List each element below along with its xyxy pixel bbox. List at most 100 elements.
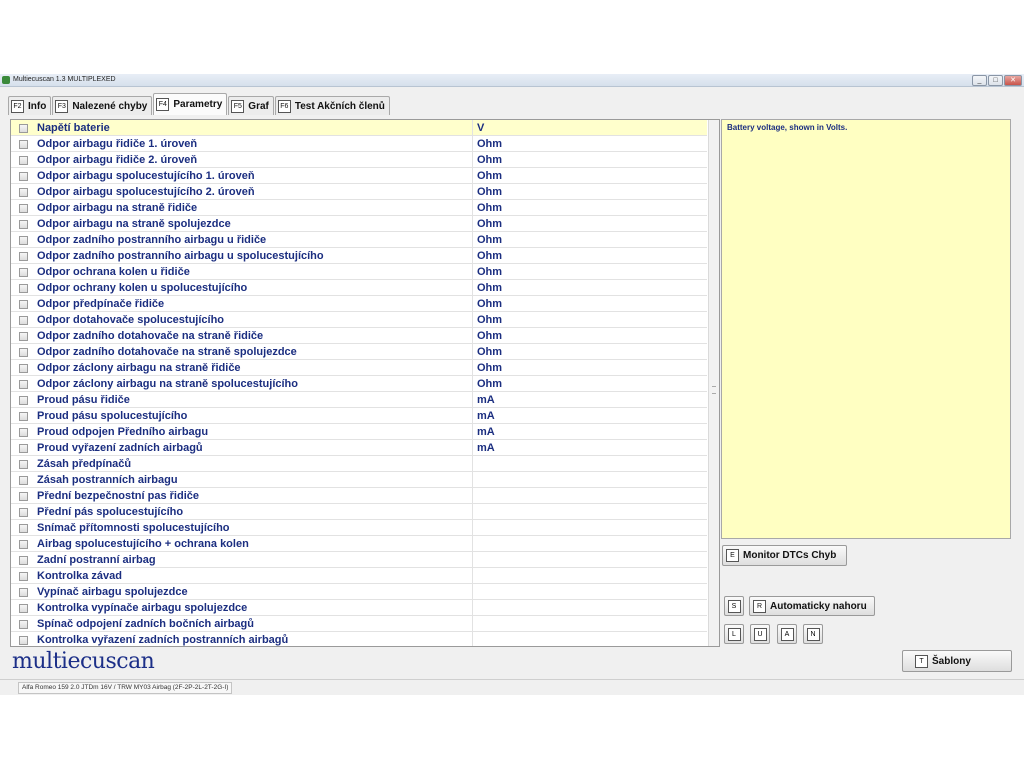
table-row[interactable]: Odpor airbagu řidiče 2. úroveň Ohm bbox=[11, 152, 707, 168]
tab-f4[interactable]: F4 Parametry bbox=[153, 93, 228, 115]
table-row[interactable]: Proud pásu řidiče mA bbox=[11, 392, 707, 408]
row-checkbox[interactable] bbox=[19, 540, 28, 549]
row-checkbox[interactable] bbox=[19, 588, 28, 597]
row-checkbox[interactable] bbox=[19, 508, 28, 517]
row-checkbox[interactable] bbox=[19, 332, 28, 341]
s-key-badge: S bbox=[727, 599, 741, 613]
table-row[interactable]: Odpor dotahovače spolucestujícího Ohm bbox=[11, 312, 707, 328]
column-divider bbox=[472, 440, 473, 456]
minimize-button[interactable]: _ bbox=[972, 75, 987, 86]
tab-f3[interactable]: F3 Nalezené chyby bbox=[52, 96, 153, 115]
table-row[interactable]: Odpor ochrany kolen u spolucestujícího Oh… bbox=[11, 280, 707, 296]
table-row[interactable]: Proud odpojen Předního airbagu mA bbox=[11, 424, 707, 440]
table-row[interactable]: Odpor zadního dotahovače na straně řidič… bbox=[11, 328, 707, 344]
row-checkbox[interactable] bbox=[19, 636, 28, 645]
row-checkbox[interactable] bbox=[19, 492, 28, 501]
row-checkbox[interactable] bbox=[19, 604, 28, 613]
table-row[interactable]: Odpor zadního postranního airbagu u řidi… bbox=[11, 232, 707, 248]
column-divider bbox=[472, 488, 473, 504]
tab-f6[interactable]: F6 Test Akčních členů bbox=[274, 96, 390, 115]
table-row[interactable]: Přední pás spolucestujícího bbox=[11, 504, 707, 520]
parameter-unit: Ohm bbox=[477, 298, 503, 310]
row-checkbox[interactable] bbox=[19, 124, 28, 133]
table-row[interactable]: Odpor airbagu řidiče 1. úroveň Ohm bbox=[11, 136, 707, 152]
row-checkbox[interactable] bbox=[19, 204, 28, 213]
row-checkbox[interactable] bbox=[19, 556, 28, 565]
monitor-dtcs-button[interactable]: E Monitor DTCs Chyb bbox=[722, 545, 847, 566]
table-row[interactable]: Proud vyřazení zadních airbagů mA bbox=[11, 440, 707, 456]
row-checkbox[interactable] bbox=[19, 156, 28, 165]
table-row[interactable]: Airbag spolucestujícího + ochrana kolen bbox=[11, 536, 707, 552]
table-row[interactable]: Kontrolka vypínače airbagu spolujezdce bbox=[11, 600, 707, 616]
close-button[interactable]: ✕ bbox=[1004, 75, 1022, 86]
row-checkbox[interactable] bbox=[19, 220, 28, 229]
row-checkbox[interactable] bbox=[19, 524, 28, 533]
row-checkbox[interactable] bbox=[19, 460, 28, 469]
row-checkbox[interactable] bbox=[19, 284, 28, 293]
table-row[interactable]: Odpor ochrana kolen u řidiče Ohm bbox=[11, 264, 707, 280]
row-checkbox[interactable] bbox=[19, 188, 28, 197]
table-row[interactable]: Přední bezpečnostní pas řidiče bbox=[11, 488, 707, 504]
table-row[interactable]: Odpor airbagu spolucestujícího 1. úroveň… bbox=[11, 168, 707, 184]
parameter-name: Odpor airbagu na straně spolujezdce bbox=[37, 218, 231, 230]
vertical-scrollbar[interactable] bbox=[708, 120, 719, 646]
row-checkbox[interactable] bbox=[19, 172, 28, 181]
row-checkbox[interactable] bbox=[19, 300, 28, 309]
table-row[interactable]: Vypínač airbagu spolujezdce bbox=[11, 584, 707, 600]
tab-f5[interactable]: F5 Graf bbox=[228, 96, 274, 115]
row-checkbox[interactable] bbox=[19, 572, 28, 581]
parameter-name: Kontrolka vypínače airbagu spolujezdce bbox=[37, 602, 248, 614]
row-checkbox[interactable] bbox=[19, 316, 28, 325]
row-checkbox[interactable] bbox=[19, 252, 28, 261]
parameter-name: Kontrolka vyřazení zadních postranních a… bbox=[37, 634, 289, 646]
parameter-name: Kontrolka závad bbox=[37, 570, 122, 582]
tab-f2[interactable]: F2 Info bbox=[8, 96, 52, 115]
table-row[interactable]: Odpor zadního dotahovače na straně spolu… bbox=[11, 344, 707, 360]
column-divider bbox=[472, 280, 473, 296]
table-row[interactable]: Proud pásu spolucestujícího mA bbox=[11, 408, 707, 424]
table-row[interactable]: Spínač odpojení zadních bočních airbagů bbox=[11, 616, 707, 632]
a-button[interactable]: A bbox=[777, 624, 797, 644]
table-row[interactable]: Odpor předpínače řidiče Ohm bbox=[11, 296, 707, 312]
table-row[interactable]: Odpor záclony airbagu na straně řidiče Oh… bbox=[11, 360, 707, 376]
row-checkbox[interactable] bbox=[19, 140, 28, 149]
table-row[interactable]: Kontrolka vyřazení zadních postranních a… bbox=[11, 632, 707, 646]
table-row[interactable]: Snímač přítomnosti spolucestujícího bbox=[11, 520, 707, 536]
row-checkbox[interactable] bbox=[19, 380, 28, 389]
scrollbar-grip[interactable] bbox=[712, 386, 716, 394]
table-row[interactable]: Zásah předpínačů bbox=[11, 456, 707, 472]
table-row[interactable]: Odpor airbagu na straně spolujezdce Ohm bbox=[11, 216, 707, 232]
table-row[interactable]: Zásah postranních airbagu bbox=[11, 472, 707, 488]
auto-scroll-button[interactable]: R Automaticky nahoru bbox=[749, 596, 875, 616]
row-checkbox[interactable] bbox=[19, 620, 28, 629]
parameter-name: Zásah postranních airbagu bbox=[37, 474, 178, 486]
maximize-button[interactable]: □ bbox=[988, 75, 1003, 86]
row-checkbox[interactable] bbox=[19, 268, 28, 277]
row-checkbox[interactable] bbox=[19, 396, 28, 405]
a-key-badge: A bbox=[780, 627, 794, 641]
templates-button[interactable]: T Šablony bbox=[902, 650, 1012, 672]
n-button[interactable]: N bbox=[803, 624, 823, 644]
monitor-key-badge: E bbox=[726, 549, 739, 562]
u-button[interactable]: U bbox=[750, 624, 770, 644]
row-checkbox[interactable] bbox=[19, 364, 28, 373]
row-checkbox[interactable] bbox=[19, 476, 28, 485]
l-button[interactable]: L bbox=[724, 624, 744, 644]
table-row[interactable]: Odpor záclony airbagu na straně spoluces… bbox=[11, 376, 707, 392]
table-row[interactable]: Kontrolka závad bbox=[11, 568, 707, 584]
tab-key-badge: F4 bbox=[156, 98, 170, 111]
row-checkbox[interactable] bbox=[19, 412, 28, 421]
vehicle-status: Alfa Romeo 159 2.0 JTDm 16V / TRW MY03 A… bbox=[18, 682, 233, 694]
table-row[interactable]: Odpor zadního postranního airbagu u spol… bbox=[11, 248, 707, 264]
table-row[interactable]: Odpor airbagu spolucestujícího 2. úroveň… bbox=[11, 184, 707, 200]
table-row[interactable]: Odpor airbagu na straně řidiče Ohm bbox=[11, 200, 707, 216]
tab-label: Parametry bbox=[173, 99, 223, 110]
table-row[interactable]: Napětí baterie V bbox=[11, 120, 707, 136]
row-checkbox[interactable] bbox=[19, 348, 28, 357]
row-checkbox[interactable] bbox=[19, 428, 28, 437]
title-bar: Multiecuscan 1.3 MULTIPLEXED _ □ ✕ bbox=[0, 74, 1024, 87]
table-row[interactable]: Zadní postranní airbag bbox=[11, 552, 707, 568]
s-button[interactable]: S bbox=[724, 596, 744, 616]
row-checkbox[interactable] bbox=[19, 236, 28, 245]
row-checkbox[interactable] bbox=[19, 444, 28, 453]
